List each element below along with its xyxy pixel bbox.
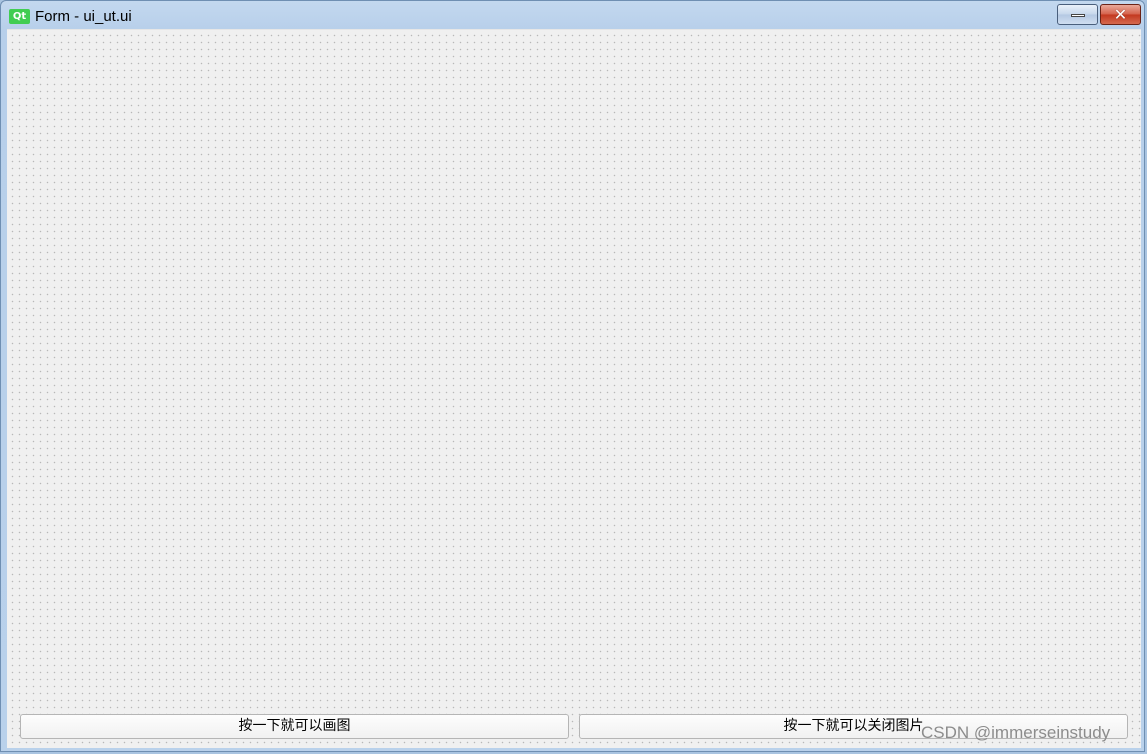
window-title: Form - ui_ut.ui	[35, 8, 132, 25]
close-button[interactable]: ✕	[1100, 4, 1141, 25]
form-canvas[interactable]: 按一下就可以画图 按一下就可以关闭图片	[7, 29, 1141, 748]
draw-plot-button[interactable]: 按一下就可以画图	[20, 714, 569, 739]
title-bar[interactable]: Qt Form - ui_ut.ui ✕	[1, 1, 1144, 31]
designer-form-window: Qt Form - ui_ut.ui ✕ 按一下就可以画图 按一下就可以关闭图片	[0, 0, 1145, 752]
csdn-watermark: CSDN @immerseinstudy	[921, 723, 1111, 742]
qt-logo-icon: Qt	[9, 9, 30, 24]
minimize-icon	[1071, 14, 1085, 17]
minimize-button[interactable]	[1057, 4, 1098, 25]
close-icon: ✕	[1113, 5, 1128, 24]
